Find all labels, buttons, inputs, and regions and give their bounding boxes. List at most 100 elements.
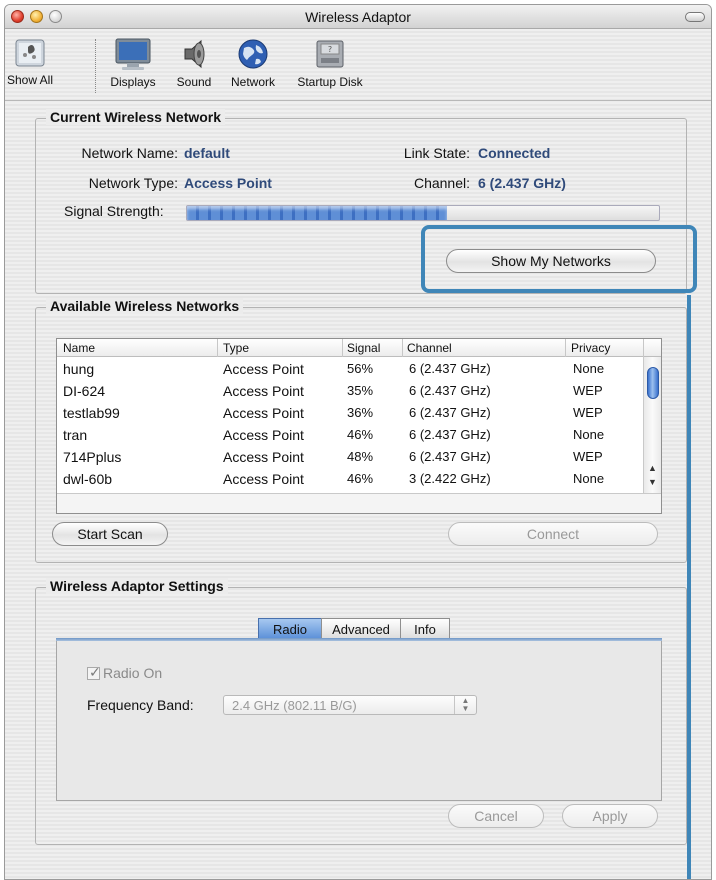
cell-privacy: None bbox=[573, 471, 605, 486]
apply-button[interactable]: Apply bbox=[562, 804, 658, 828]
connect-button[interactable]: Connect bbox=[448, 522, 658, 546]
column-header-signal[interactable]: Signal bbox=[347, 341, 380, 357]
cell-privacy: WEP bbox=[573, 449, 603, 464]
column-header-name[interactable]: Name bbox=[63, 341, 95, 357]
column-divider bbox=[402, 339, 403, 357]
adaptor-settings-group: Wireless Adaptor Settings Radio Advanced… bbox=[35, 578, 687, 845]
toolbar-show-all[interactable]: Show All bbox=[5, 37, 55, 87]
toolbar-network[interactable]: Network bbox=[223, 37, 283, 89]
callout-line bbox=[687, 295, 691, 879]
column-divider bbox=[643, 339, 644, 357]
toolbar-label: Startup Disk bbox=[297, 75, 363, 89]
link-state-value: Connected bbox=[478, 145, 551, 161]
networks-table: Name Type Signal Channel Privacy hung Ac… bbox=[56, 338, 662, 514]
network-type-label: Network Type: bbox=[88, 175, 178, 191]
frequency-band-label: Frequency Band: bbox=[87, 697, 194, 713]
table-row[interactable]: testlab99 Access Point 36% 6 (2.437 GHz)… bbox=[57, 403, 643, 425]
cell-signal: 48% bbox=[347, 449, 374, 464]
cancel-button[interactable]: Cancel bbox=[448, 804, 544, 828]
table-vertical-scrollbar[interactable]: ▲ ▼ bbox=[643, 357, 661, 495]
frequency-band-value: 2.4 GHz (802.11 B/G) bbox=[232, 697, 357, 713]
title-bar[interactable]: Wireless Adaptor bbox=[5, 5, 711, 29]
toolbar-separator bbox=[95, 39, 96, 93]
cell-signal: 36% bbox=[347, 405, 374, 420]
start-scan-button[interactable]: Start Scan bbox=[52, 522, 168, 546]
cell-channel: 6 (2.437 GHz) bbox=[409, 361, 491, 376]
cell-type: Access Point bbox=[223, 471, 304, 487]
toolbar-label: Sound bbox=[176, 75, 212, 89]
cell-name: testlab99 bbox=[63, 405, 120, 421]
show-all-icon bbox=[15, 39, 45, 67]
cell-privacy: None bbox=[573, 427, 605, 442]
preferences-toolbar: Show All Displays Sound Network ? Startu… bbox=[5, 29, 711, 101]
table-horizontal-scrollbar[interactable] bbox=[57, 493, 661, 513]
toolbar-displays[interactable]: Displays bbox=[103, 37, 163, 89]
toolbar-label: Show All bbox=[6, 73, 54, 87]
scrollbar-thumb[interactable] bbox=[647, 367, 659, 399]
table-row[interactable]: tran Access Point 46% 6 (2.437 GHz) None bbox=[57, 425, 643, 447]
tab-radio[interactable]: Radio bbox=[258, 618, 322, 640]
column-divider bbox=[342, 339, 343, 357]
network-type-value: Access Point bbox=[184, 175, 272, 191]
radio-on-checkbox[interactable]: ✓ Radio On bbox=[87, 663, 163, 681]
column-header-channel[interactable]: Channel bbox=[407, 341, 452, 357]
column-header-type[interactable]: Type bbox=[223, 341, 249, 357]
column-header-privacy[interactable]: Privacy bbox=[571, 341, 610, 357]
radio-on-label: Radio On bbox=[103, 665, 163, 681]
tab-info[interactable]: Info bbox=[400, 618, 450, 640]
window-title: Wireless Adaptor bbox=[305, 9, 411, 25]
scroll-up-arrow-icon[interactable]: ▲ bbox=[648, 463, 657, 473]
cell-channel: 6 (2.437 GHz) bbox=[409, 427, 491, 442]
cell-name: tran bbox=[63, 427, 88, 443]
cell-type: Access Point bbox=[223, 405, 304, 421]
group-title: Wireless Adaptor Settings bbox=[46, 578, 228, 594]
cell-channel: 6 (2.437 GHz) bbox=[409, 449, 491, 464]
cell-name: hung bbox=[63, 361, 95, 377]
frequency-band-select[interactable]: 2.4 GHz (802.11 B/G) ▲ ▼ bbox=[223, 695, 477, 715]
cell-type: Access Point bbox=[223, 449, 304, 465]
scroll-down-arrow-icon[interactable]: ▼ bbox=[648, 477, 657, 487]
table-row[interactable]: hung Access Point 56% 6 (2.437 GHz) None bbox=[57, 359, 643, 381]
checkmark-icon: ✓ bbox=[89, 663, 101, 680]
cell-channel: 3 (2.422 GHz) bbox=[409, 471, 491, 486]
network-name-value: default bbox=[184, 145, 230, 161]
table-row[interactable]: 714Pplus Access Point 48% 6 (2.437 GHz) … bbox=[57, 447, 643, 469]
toolbar-startup-disk[interactable]: ? Startup Disk bbox=[287, 37, 373, 89]
cell-privacy: WEP bbox=[573, 383, 603, 398]
signal-strength-label: Signal Strength: bbox=[64, 203, 164, 219]
cell-channel: 6 (2.437 GHz) bbox=[409, 383, 491, 398]
checkbox-box: ✓ bbox=[87, 663, 101, 680]
group-title: Available Wireless Networks bbox=[46, 298, 244, 314]
cell-name: 714Pplus bbox=[63, 449, 122, 465]
column-divider bbox=[565, 339, 566, 357]
cell-channel: 6 (2.437 GHz) bbox=[409, 405, 491, 420]
table-row[interactable]: dwl-60b Access Point 46% 3 (2.422 GHz) N… bbox=[57, 469, 643, 491]
channel-value: 6 (2.437 GHz) bbox=[478, 175, 566, 191]
cell-signal: 46% bbox=[347, 471, 374, 486]
toolbar-sound[interactable]: Sound bbox=[169, 37, 219, 89]
tab-advanced[interactable]: Advanced bbox=[321, 618, 401, 640]
cell-type: Access Point bbox=[223, 427, 304, 443]
preferences-window: Wireless Adaptor Show All Displays Sound… bbox=[4, 4, 712, 880]
toolbar-toggle-button[interactable] bbox=[685, 12, 705, 22]
svg-text:?: ? bbox=[328, 45, 332, 54]
cell-type: Access Point bbox=[223, 361, 304, 377]
toolbar-label: Displays bbox=[110, 75, 156, 89]
cell-name: dwl-60b bbox=[63, 471, 113, 487]
signal-strength-fill bbox=[187, 206, 447, 220]
toolbar-label: Network bbox=[230, 75, 275, 89]
cell-type: Access Point bbox=[223, 383, 304, 399]
group-title: Current Wireless Network bbox=[46, 109, 226, 125]
cell-privacy: WEP bbox=[573, 405, 603, 420]
cell-privacy: None bbox=[573, 361, 605, 376]
table-row[interactable]: DI-624 Access Point 35% 6 (2.437 GHz) WE… bbox=[57, 381, 643, 403]
cell-name: DI-624 bbox=[63, 383, 106, 399]
globe-icon bbox=[238, 39, 268, 69]
available-networks-group: Available Wireless Networks Name Type Si… bbox=[35, 298, 687, 563]
callout-highlight-box bbox=[421, 225, 697, 293]
network-name-label: Network Name: bbox=[81, 145, 178, 161]
select-arrows-icon: ▲ ▼ bbox=[454, 696, 476, 714]
cell-signal: 46% bbox=[347, 427, 374, 442]
display-icon bbox=[115, 38, 151, 70]
speaker-icon bbox=[184, 39, 205, 69]
